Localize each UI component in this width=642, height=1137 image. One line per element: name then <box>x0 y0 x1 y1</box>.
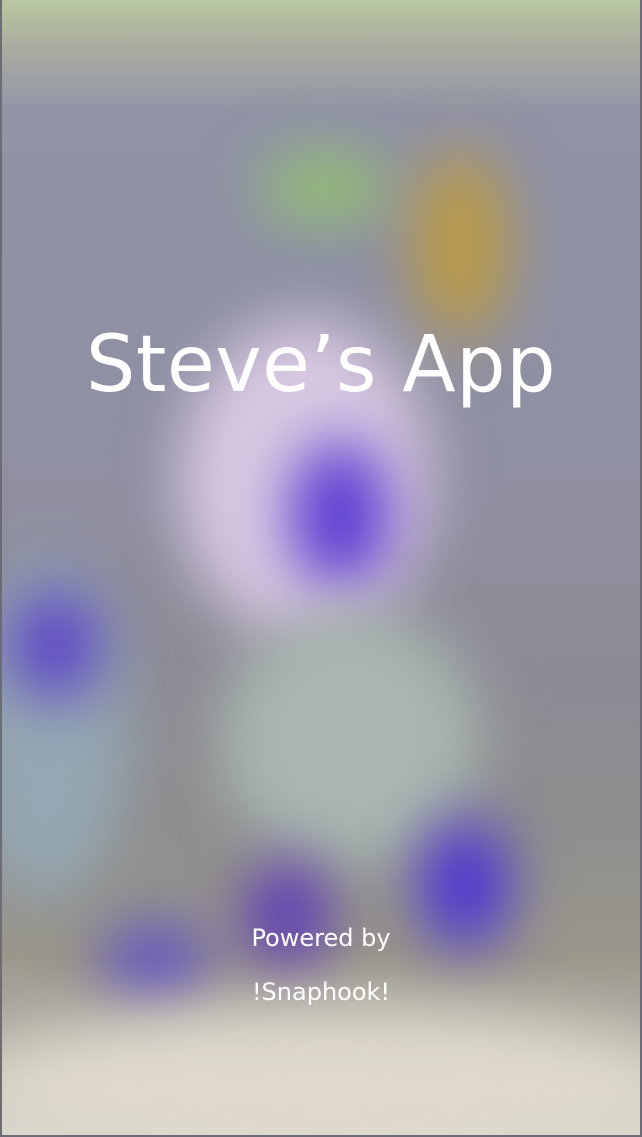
background-blur-arm <box>410 150 510 340</box>
background-blur-ground <box>0 1010 642 1137</box>
background-blur-lights <box>260 155 390 220</box>
background-blur-left-accent <box>10 590 100 700</box>
powered-by-label: Powered by <box>251 924 391 952</box>
background-blur-player-jersey-accent <box>290 440 390 590</box>
app-title: Steve’s App <box>85 320 557 410</box>
splash-screen: Steve’s App Powered by !Snaphook! <box>0 0 642 1137</box>
brand-name: !Snaphook! <box>251 978 391 1006</box>
powered-by-footer: Powered by !Snaphook! <box>0 925 642 1005</box>
